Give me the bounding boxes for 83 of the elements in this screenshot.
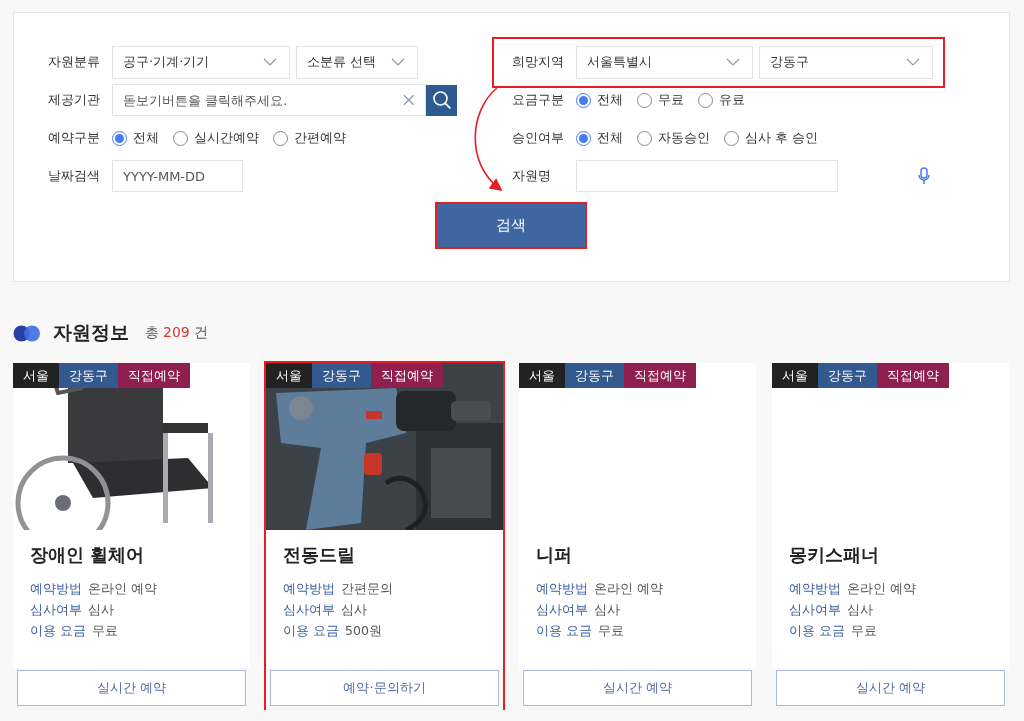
- detail-value: 심사: [341, 602, 367, 617]
- field-label: 요금구분: [512, 91, 565, 109]
- tag: 강동구: [312, 363, 371, 388]
- field-label: 자원명: [512, 167, 552, 185]
- tag: 강동구: [59, 363, 118, 388]
- count-label: 총: [145, 324, 159, 342]
- field-label: 희망지역: [512, 53, 565, 71]
- reserve-button[interactable]: 실시간 예약: [17, 670, 246, 706]
- card-title: 니퍼: [536, 543, 573, 567]
- tag: 직접예약: [371, 363, 443, 388]
- detail-label: 예약방법: [30, 580, 82, 598]
- card-title: 몽키스패너: [789, 543, 880, 567]
- detail-label: 심사여부: [283, 601, 335, 619]
- tag: 서울: [519, 363, 565, 388]
- dropdown[interactable]: 공구·기계·기기: [112, 45, 290, 79]
- input-field[interactable]: 돋보기버튼을 클릭해주세요.: [123, 85, 404, 115]
- chevron-down-icon: [906, 58, 920, 66]
- detail-label: 심사여부: [30, 601, 82, 619]
- radio-option[interactable]: 자동승인: [637, 129, 710, 147]
- detail-value: 무료: [598, 623, 624, 638]
- detail-value: 무료: [851, 623, 877, 638]
- detail-value: 온라인 예약: [594, 581, 663, 596]
- detail-label: 이용 요금: [30, 622, 86, 640]
- reserve-button[interactable]: 예약·문의하기: [270, 670, 499, 706]
- section-title: 자원정보: [53, 320, 129, 345]
- detail-value: 온라인 예약: [88, 581, 157, 596]
- count-unit: 건: [193, 324, 208, 342]
- dropdown[interactable]: 서울특별시: [576, 45, 753, 79]
- tag: 서울: [772, 363, 818, 388]
- detail-label: 예약방법: [789, 580, 841, 598]
- tag: 직접예약: [624, 363, 696, 388]
- dropdown[interactable]: 강동구: [759, 45, 933, 79]
- detail-label: 예약방법: [536, 580, 588, 598]
- radio-option[interactable]: 간편예약: [273, 129, 346, 147]
- tag: 서울: [266, 363, 312, 388]
- chevron-down-icon: [263, 58, 277, 66]
- radio-option[interactable]: 전체: [112, 129, 159, 147]
- radio-option[interactable]: 심사 후 승인: [724, 129, 819, 147]
- input-field[interactable]: [576, 160, 838, 192]
- detail-label: 이용 요금: [283, 622, 339, 640]
- date-field[interactable]: YYYY-MM-DD: [112, 160, 243, 192]
- field-label: 예약구분: [48, 129, 101, 147]
- chevron-down-icon: [726, 58, 740, 66]
- reserve-button[interactable]: 실시간 예약: [776, 670, 1005, 706]
- microphone-icon[interactable]: [918, 167, 930, 185]
- detail-value: 간편문의: [341, 581, 393, 596]
- tag: 강동구: [565, 363, 624, 388]
- detail-label: 심사여부: [536, 601, 588, 619]
- detail-label: 이용 요금: [536, 622, 592, 640]
- dropdown[interactable]: 소분류 선택: [296, 45, 418, 79]
- detail-value: 심사: [88, 602, 114, 617]
- result-count: 209: [163, 324, 190, 340]
- field-label: 제공기관: [48, 91, 101, 109]
- reserve-button[interactable]: 실시간 예약: [523, 670, 752, 706]
- detail-value: 무료: [92, 623, 118, 638]
- chevron-down-icon: [391, 58, 405, 66]
- search-button[interactable]: [426, 84, 457, 116]
- tag: 직접예약: [877, 363, 949, 388]
- search-icon: [431, 90, 452, 110]
- radio-option[interactable]: 유료: [698, 91, 745, 109]
- clear-icon[interactable]: [403, 94, 415, 106]
- detail-value: 온라인 예약: [847, 581, 916, 596]
- detail-label: 예약방법: [283, 580, 335, 598]
- tag: 직접예약: [118, 363, 190, 388]
- lookup-field[interactable]: 돋보기버튼을 클릭해주세요.: [112, 84, 426, 116]
- detail-value: 심사: [594, 602, 620, 617]
- section-icon: [13, 324, 41, 342]
- tag: 강동구: [818, 363, 877, 388]
- radio-option[interactable]: 실시간예약: [173, 129, 259, 147]
- field-label: 날짜검색: [48, 167, 101, 185]
- radio-option[interactable]: 전체: [576, 129, 623, 147]
- search-button[interactable]: 검색: [435, 202, 587, 249]
- detail-label: 심사여부: [789, 601, 841, 619]
- card-title: 장애인 휠체어: [30, 543, 146, 567]
- detail-value: 500원: [345, 623, 382, 638]
- radio-option[interactable]: 무료: [637, 91, 684, 109]
- field-label: 승인여부: [512, 129, 565, 147]
- tag: 서울: [13, 363, 59, 388]
- radio-option[interactable]: 전체: [576, 91, 623, 109]
- card-title: 전동드릴: [283, 543, 356, 567]
- detail-label: 이용 요금: [789, 622, 845, 640]
- field-label: 자원분류: [48, 53, 101, 71]
- detail-value: 심사: [847, 602, 873, 617]
